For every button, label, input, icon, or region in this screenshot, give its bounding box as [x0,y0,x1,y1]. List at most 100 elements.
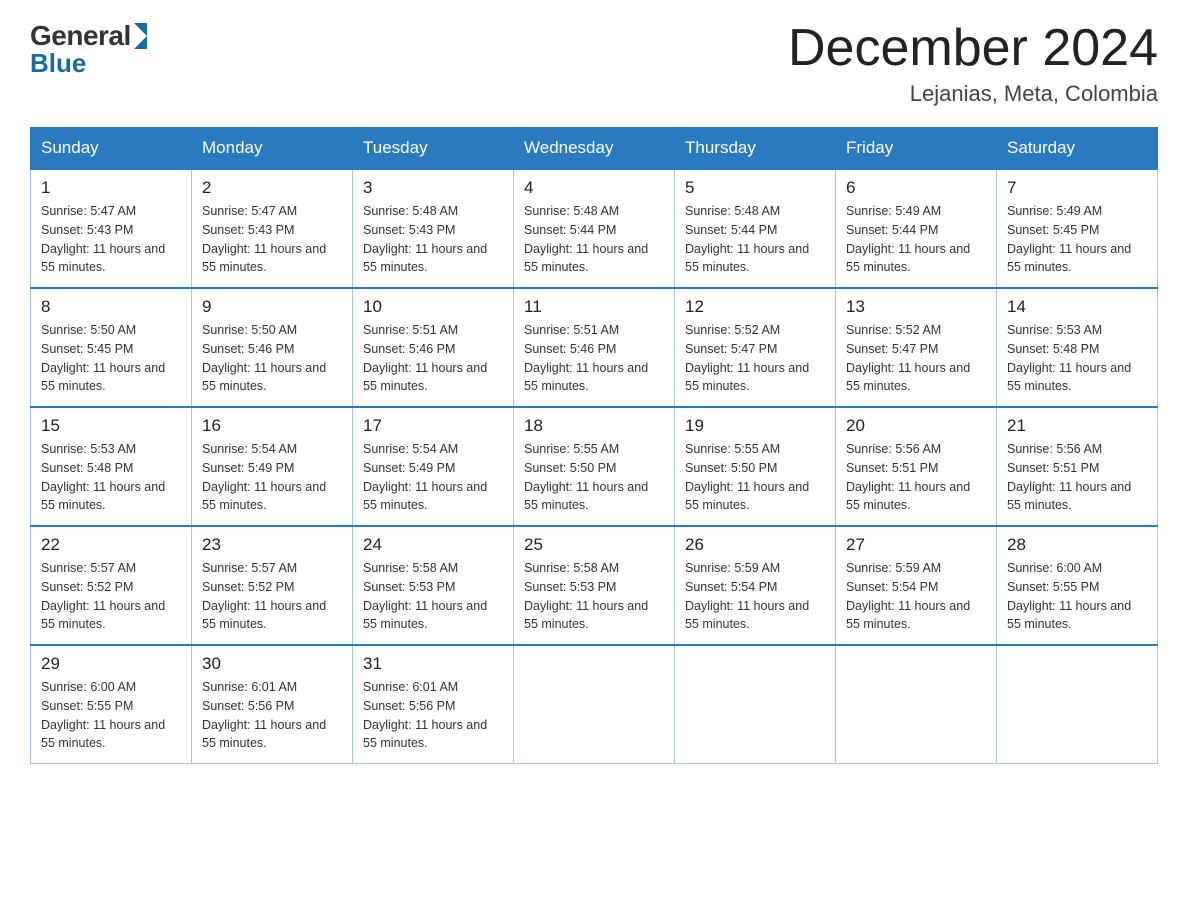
day-number: 14 [1007,297,1147,317]
day-number: 21 [1007,416,1147,436]
table-row: 17 Sunrise: 5:54 AMSunset: 5:49 PMDayligh… [353,407,514,526]
day-info: Sunrise: 5:51 AMSunset: 5:46 PMDaylight:… [524,321,664,396]
day-number: 8 [41,297,181,317]
table-row: 11 Sunrise: 5:51 AMSunset: 5:46 PMDayligh… [514,288,675,407]
day-info: Sunrise: 5:52 AMSunset: 5:47 PMDaylight:… [846,321,986,396]
day-number: 11 [524,297,664,317]
calendar-header-row: Sunday Monday Tuesday Wednesday Thursday… [31,128,1158,170]
logo-blue-text: Blue [30,48,86,79]
day-info: Sunrise: 5:54 AMSunset: 5:49 PMDaylight:… [363,440,503,515]
calendar-week-row: 8 Sunrise: 5:50 AMSunset: 5:45 PMDaylight… [31,288,1158,407]
day-number: 25 [524,535,664,555]
day-number: 22 [41,535,181,555]
day-number: 20 [846,416,986,436]
day-info: Sunrise: 5:54 AMSunset: 5:49 PMDaylight:… [202,440,342,515]
table-row: 22 Sunrise: 5:57 AMSunset: 5:52 PMDayligh… [31,526,192,645]
table-row: 24Sunrise: 5:58 AMSunset: 5:53 PMDayligh… [353,526,514,645]
day-number: 3 [363,178,503,198]
calendar-table: Sunday Monday Tuesday Wednesday Thursday… [30,127,1158,764]
day-info: Sunrise: 5:50 AMSunset: 5:45 PMDaylight:… [41,321,181,396]
day-info: Sunrise: 5:52 AMSunset: 5:47 PMDaylight:… [685,321,825,396]
day-number: 9 [202,297,342,317]
day-number: 2 [202,178,342,198]
page-header: General Blue December 2024 Lejanias, Met… [30,20,1158,107]
day-info: Sunrise: 5:56 AMSunset: 5:51 PMDaylight:… [1007,440,1147,515]
day-number: 24 [363,535,503,555]
table-row: 30 Sunrise: 6:01 AMSunset: 5:56 PMDayligh… [192,645,353,764]
day-number: 13 [846,297,986,317]
table-row: 26Sunrise: 5:59 AMSunset: 5:54 PMDayligh… [675,526,836,645]
day-info: Sunrise: 6:01 AMSunset: 5:56 PMDaylight:… [202,678,342,753]
day-number: 5 [685,178,825,198]
day-info: Sunrise: 5:53 AMSunset: 5:48 PMDaylight:… [41,440,181,515]
title-section: December 2024 Lejanias, Meta, Colombia [788,20,1158,107]
table-row: 16 Sunrise: 5:54 AMSunset: 5:49 PMDayligh… [192,407,353,526]
day-info: Sunrise: 5:48 AMSunset: 5:44 PMDaylight:… [685,202,825,277]
day-number: 19 [685,416,825,436]
day-number: 31 [363,654,503,674]
table-row: 7 Sunrise: 5:49 AMSunset: 5:45 PMDaylight… [997,169,1158,288]
table-row: 12 Sunrise: 5:52 AMSunset: 5:47 PMDayligh… [675,288,836,407]
table-row [836,645,997,764]
table-row: 21 Sunrise: 5:56 AMSunset: 5:51 PMDayligh… [997,407,1158,526]
table-row: 8 Sunrise: 5:50 AMSunset: 5:45 PMDaylight… [31,288,192,407]
calendar-week-row: 15 Sunrise: 5:53 AMSunset: 5:48 PMDayligh… [31,407,1158,526]
day-number: 6 [846,178,986,198]
logo: General Blue [30,20,148,79]
month-title: December 2024 [788,20,1158,77]
table-row: 18Sunrise: 5:55 AMSunset: 5:50 PMDayligh… [514,407,675,526]
location-title: Lejanias, Meta, Colombia [788,81,1158,107]
table-row [675,645,836,764]
col-wednesday: Wednesday [514,128,675,170]
day-info: Sunrise: 5:49 AMSunset: 5:44 PMDaylight:… [846,202,986,277]
day-info: Sunrise: 5:57 AMSunset: 5:52 PMDaylight:… [41,559,181,634]
day-info: Sunrise: 5:50 AMSunset: 5:46 PMDaylight:… [202,321,342,396]
calendar-week-row: 1 Sunrise: 5:47 AMSunset: 5:43 PMDaylight… [31,169,1158,288]
day-info: Sunrise: 5:55 AMSunset: 5:50 PMDaylight:… [524,440,664,515]
col-friday: Friday [836,128,997,170]
day-info: Sunrise: 5:59 AMSunset: 5:54 PMDaylight:… [846,559,986,634]
day-info: Sunrise: 5:53 AMSunset: 5:48 PMDaylight:… [1007,321,1147,396]
day-info: Sunrise: 5:47 AMSunset: 5:43 PMDaylight:… [41,202,181,277]
table-row: 1 Sunrise: 5:47 AMSunset: 5:43 PMDaylight… [31,169,192,288]
day-number: 15 [41,416,181,436]
table-row: 3 Sunrise: 5:48 AMSunset: 5:43 PMDaylight… [353,169,514,288]
table-row: 2 Sunrise: 5:47 AMSunset: 5:43 PMDaylight… [192,169,353,288]
day-info: Sunrise: 5:47 AMSunset: 5:43 PMDaylight:… [202,202,342,277]
day-info: Sunrise: 5:48 AMSunset: 5:43 PMDaylight:… [363,202,503,277]
day-number: 16 [202,416,342,436]
table-row: 15 Sunrise: 5:53 AMSunset: 5:48 PMDayligh… [31,407,192,526]
table-row: 9 Sunrise: 5:50 AMSunset: 5:46 PMDaylight… [192,288,353,407]
day-number: 28 [1007,535,1147,555]
day-info: Sunrise: 5:59 AMSunset: 5:54 PMDaylight:… [685,559,825,634]
day-info: Sunrise: 6:00 AMSunset: 5:55 PMDaylight:… [41,678,181,753]
table-row: 20Sunrise: 5:56 AMSunset: 5:51 PMDayligh… [836,407,997,526]
table-row: 23Sunrise: 5:57 AMSunset: 5:52 PMDayligh… [192,526,353,645]
day-number: 7 [1007,178,1147,198]
day-info: Sunrise: 5:51 AMSunset: 5:46 PMDaylight:… [363,321,503,396]
day-number: 10 [363,297,503,317]
table-row: 14 Sunrise: 5:53 AMSunset: 5:48 PMDayligh… [997,288,1158,407]
table-row: 19Sunrise: 5:55 AMSunset: 5:50 PMDayligh… [675,407,836,526]
table-row [514,645,675,764]
day-info: Sunrise: 6:00 AMSunset: 5:55 PMDaylight:… [1007,559,1147,634]
table-row: 13 Sunrise: 5:52 AMSunset: 5:47 PMDayligh… [836,288,997,407]
day-info: Sunrise: 5:58 AMSunset: 5:53 PMDaylight:… [524,559,664,634]
day-info: Sunrise: 5:48 AMSunset: 5:44 PMDaylight:… [524,202,664,277]
table-row: 10 Sunrise: 5:51 AMSunset: 5:46 PMDayligh… [353,288,514,407]
table-row [997,645,1158,764]
table-row: 31Sunrise: 6:01 AMSunset: 5:56 PMDayligh… [353,645,514,764]
day-number: 17 [363,416,503,436]
table-row: 5 Sunrise: 5:48 AMSunset: 5:44 PMDaylight… [675,169,836,288]
day-number: 27 [846,535,986,555]
day-info: Sunrise: 5:49 AMSunset: 5:45 PMDaylight:… [1007,202,1147,277]
table-row: 27 Sunrise: 5:59 AMSunset: 5:54 PMDayligh… [836,526,997,645]
day-info: Sunrise: 5:57 AMSunset: 5:52 PMDaylight:… [202,559,342,634]
table-row: 29Sunrise: 6:00 AMSunset: 5:55 PMDayligh… [31,645,192,764]
col-tuesday: Tuesday [353,128,514,170]
calendar-week-row: 22 Sunrise: 5:57 AMSunset: 5:52 PMDayligh… [31,526,1158,645]
day-number: 30 [202,654,342,674]
day-number: 12 [685,297,825,317]
day-number: 1 [41,178,181,198]
table-row: 4Sunrise: 5:48 AMSunset: 5:44 PMDaylight… [514,169,675,288]
